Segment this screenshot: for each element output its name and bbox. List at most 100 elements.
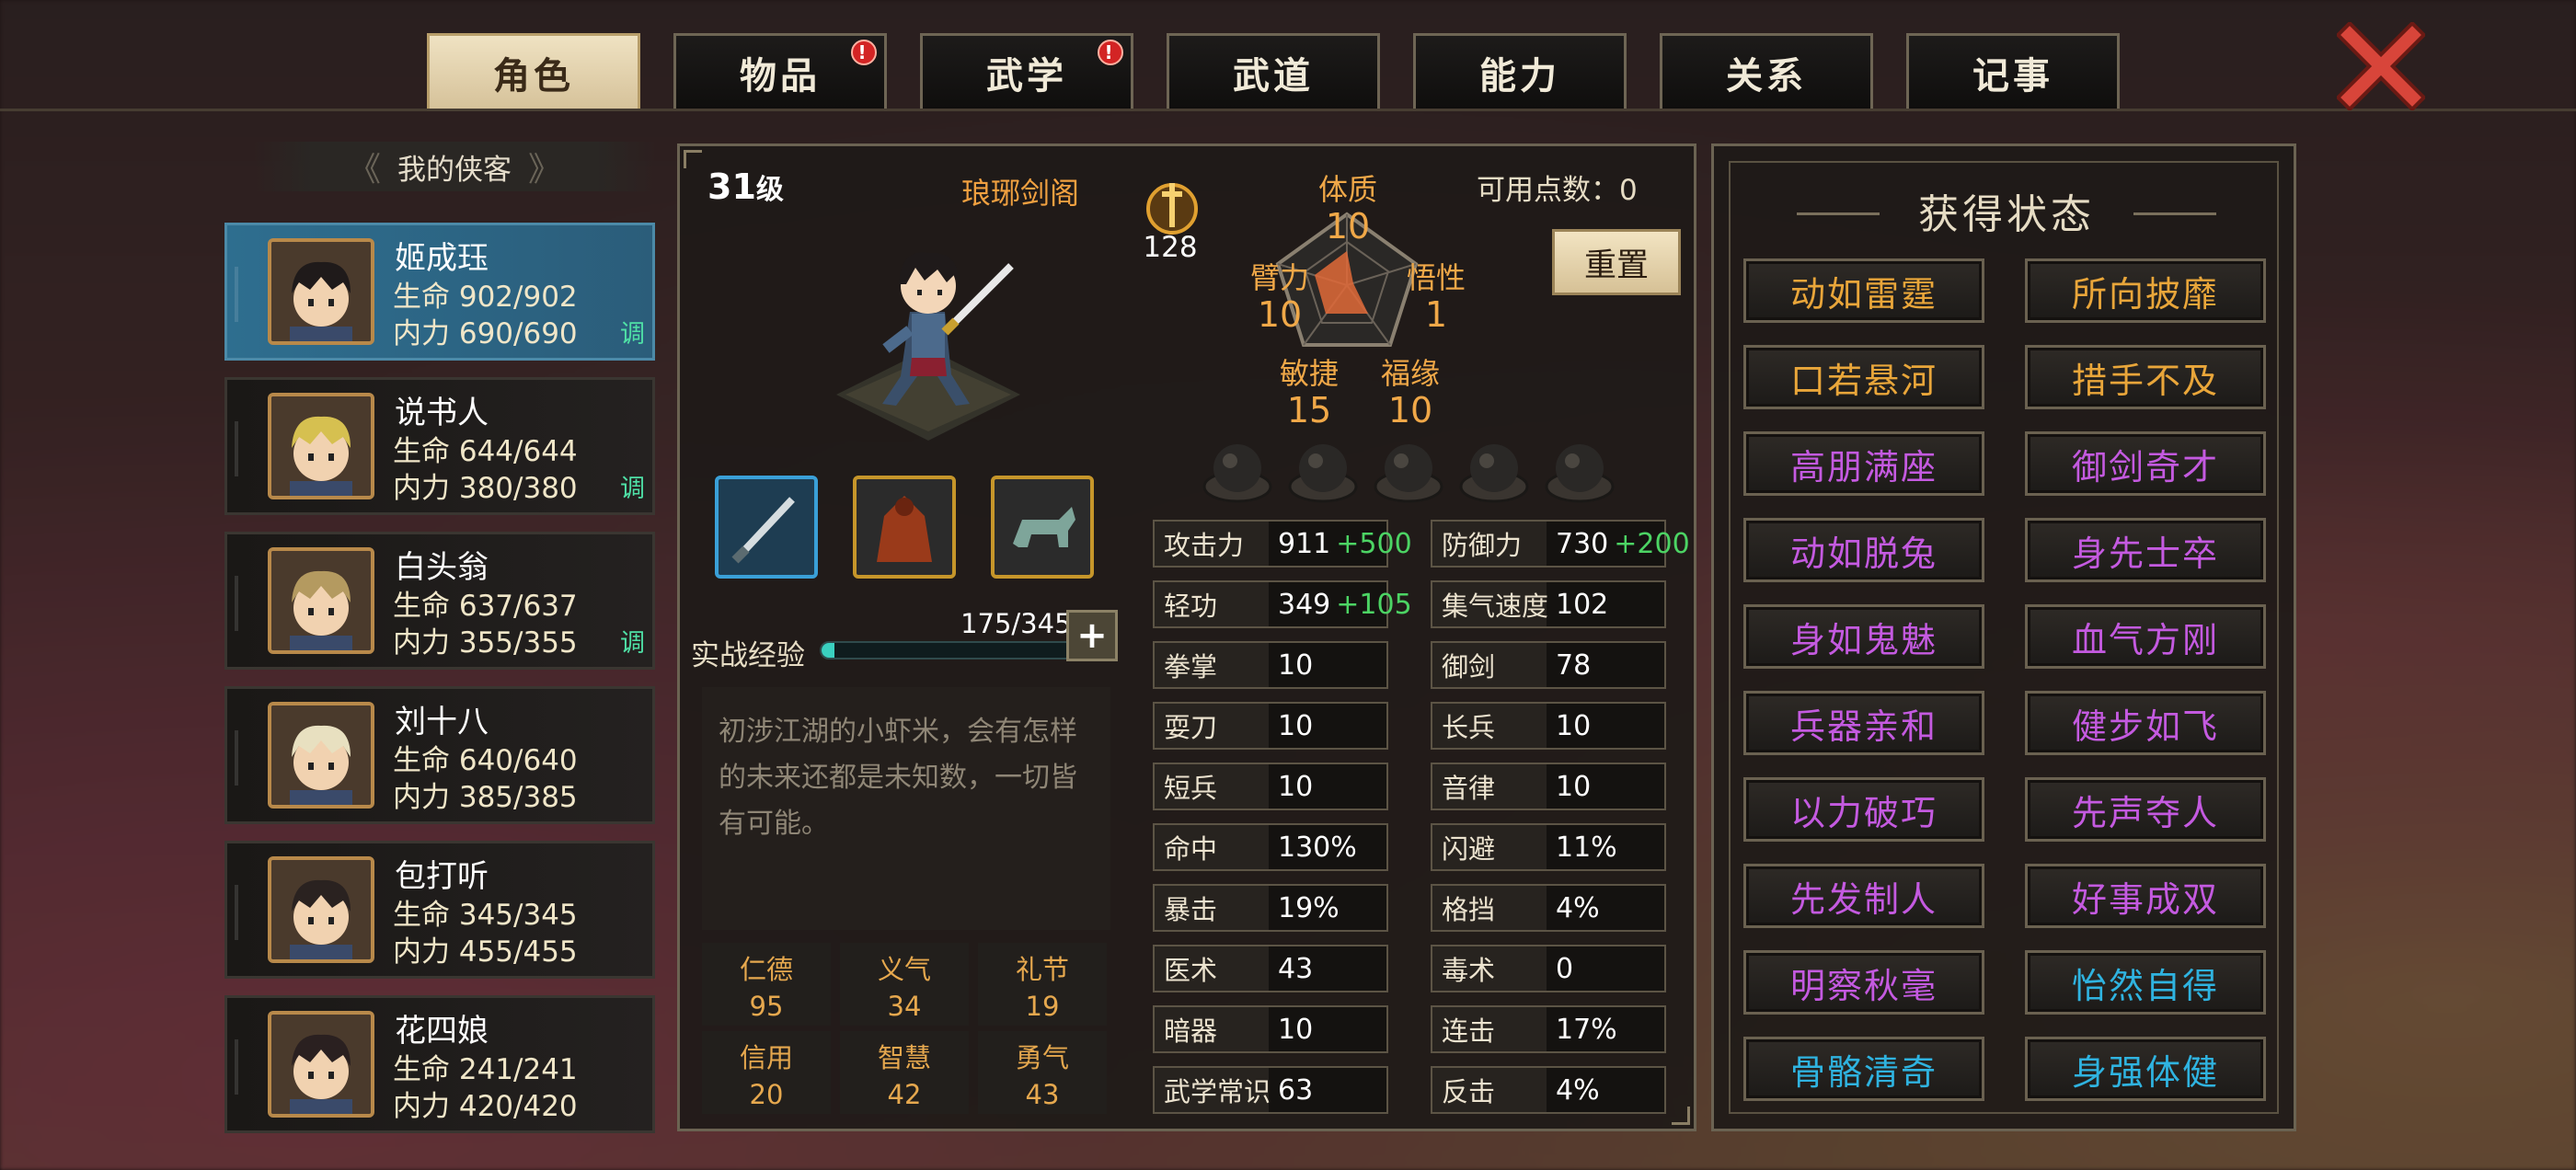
attribute-comprehension: 悟性 1 <box>1399 255 1473 332</box>
attribute-label: 敏捷 <box>1279 356 1339 391</box>
level-unit: 级 <box>755 174 784 206</box>
stat-value: 10 <box>1278 709 1314 742</box>
hero-list-item[interactable]: 包打听 生命 345/345 内力 455/455 <box>224 841 655 979</box>
add-exp-plus-icon[interactable]: + <box>1066 610 1118 661</box>
status-effect-item[interactable]: 骨骼清奇 <box>1743 1037 1984 1101</box>
my-heroes-header: 《 我的侠客 》 <box>252 142 657 191</box>
hero-portrait <box>268 547 374 654</box>
virtue-label: 信用 <box>739 1042 793 1073</box>
status-effect-item[interactable]: 以力破巧 <box>1743 777 1984 842</box>
status-effect-item[interactable]: 口若悬河 <box>1743 345 1984 409</box>
attribute-value: 10 <box>1325 206 1371 247</box>
notification-badge-icon: ! <box>851 40 877 65</box>
mp-label: 内力 <box>393 317 450 350</box>
combat-power-value: 128 <box>1143 231 1198 264</box>
status-effect-item[interactable]: 身强体健 <box>2025 1037 2266 1101</box>
stat-label: 轻功 <box>1155 582 1269 626</box>
tab-5[interactable]: 能力 <box>1413 33 1627 109</box>
close-icon[interactable] <box>2337 22 2425 110</box>
status-effect-item[interactable]: 动如脱兔 <box>1743 518 1984 582</box>
virtue-value: 43 <box>1025 1079 1060 1110</box>
status-effect-item[interactable]: 所向披靡 <box>2025 258 2266 323</box>
hero-list-item[interactable]: 说书人 生命 644/644 内力 380/380 调 <box>224 377 655 515</box>
hp-value: 902/902 <box>458 281 578 314</box>
sword-icon <box>731 497 795 564</box>
tab-label: 武道 <box>1233 54 1314 98</box>
status-effect-item[interactable]: 御剑奇才 <box>2025 431 2266 496</box>
mp-value: 690/690 <box>458 317 578 350</box>
stat-row: 武学常识 63 <box>1153 1066 1388 1114</box>
mount-slot[interactable] <box>991 476 1094 579</box>
tab-7[interactable]: 记事 <box>1906 33 2120 109</box>
tab-3[interactable]: 武学! <box>920 33 1133 109</box>
stat-value: 17% <box>1556 1013 1617 1046</box>
stat-value-group: 19% <box>1278 886 1340 930</box>
stat-bonus: +500 <box>1336 527 1412 560</box>
character-panel: 31级 琅琊剑阁 128 体质 10 臂力 10 悟性 1 敏捷 15 福缘 1… <box>677 143 1696 1131</box>
virtue-value: 19 <box>1025 991 1060 1022</box>
panel-corner <box>684 150 702 168</box>
skill-slot-orb[interactable] <box>1543 433 1616 507</box>
virtue-label: 智慧 <box>877 1042 931 1073</box>
status-effect-item[interactable]: 先声夺人 <box>2025 777 2266 842</box>
chevron-right-icon[interactable]: 》 <box>528 143 561 190</box>
stat-row: 攻击力 911 +500 <box>1153 520 1412 568</box>
tab-6[interactable]: 关系 <box>1660 33 1873 109</box>
reset-button[interactable]: 重置 <box>1552 229 1681 295</box>
stat-label: 命中 <box>1155 825 1269 869</box>
hero-list-item[interactable]: 白头翁 生命 637/637 内力 355/355 调 <box>224 532 655 670</box>
hero-portrait <box>268 238 374 345</box>
virtue-value: 20 <box>749 1079 784 1110</box>
status-effect-item[interactable]: 怡然自得 <box>2025 950 2266 1015</box>
hero-portrait <box>268 856 374 963</box>
stat-label: 音律 <box>1432 764 1547 809</box>
status-effect-item[interactable]: 明察秋毫 <box>1743 950 1984 1015</box>
hp-value: 241/241 <box>458 1053 578 1086</box>
skill-slot-orb[interactable] <box>1372 433 1445 507</box>
status-effect-item[interactable]: 健步如飞 <box>2025 691 2266 755</box>
stat-value-group: 4% <box>1556 1068 1600 1112</box>
status-effect-item[interactable]: 动如雷霆 <box>1743 258 1984 323</box>
stat-value-group: 4% <box>1556 886 1600 930</box>
hero-list-item[interactable]: 姬成珏 生命 902/902 内力 690/690 调 <box>224 223 655 361</box>
stat-value: 730 <box>1556 527 1609 560</box>
status-effect-item[interactable]: 兵器亲和 <box>1743 691 1984 755</box>
hero-hp: 生命 637/637 <box>393 582 578 624</box>
stat-value: 10 <box>1278 770 1314 803</box>
stat-value-group: 10 <box>1278 704 1313 748</box>
weapon-slot[interactable] <box>715 476 818 579</box>
virtue-cell: 勇气 43 <box>978 1031 1107 1114</box>
stat-value: 0 <box>1556 952 1574 985</box>
status-effect-item[interactable]: 措手不及 <box>2025 345 2266 409</box>
chevron-left-icon[interactable]: 《 <box>348 143 381 190</box>
stat-value: 63 <box>1278 1073 1314 1107</box>
stat-value-group: 10 <box>1278 1007 1313 1051</box>
skill-slot-orb[interactable] <box>1201 433 1274 507</box>
hero-list-item[interactable]: 刘十八 生命 640/640 内力 385/385 <box>224 686 655 824</box>
hero-mp: 内力 455/455 <box>393 928 578 969</box>
hp-label: 生命 <box>393 435 450 468</box>
armor-slot[interactable] <box>853 476 956 579</box>
skill-slot-orb[interactable] <box>1457 433 1531 507</box>
level-number: 31 <box>707 166 756 207</box>
stat-row: 拳掌 10 <box>1153 641 1388 689</box>
tab-4[interactable]: 武道 <box>1167 33 1380 109</box>
status-effect-item[interactable]: 身先士卒 <box>2025 518 2266 582</box>
status-effect-item[interactable]: 先发制人 <box>1743 864 1984 928</box>
status-effect-item[interactable]: 身如鬼魅 <box>1743 604 1984 669</box>
attribute-value: 10 <box>1387 390 1433 430</box>
tab-2[interactable]: 物品! <box>673 33 887 109</box>
tab-1[interactable]: 角色 <box>427 33 640 109</box>
hero-list-item[interactable]: 花四娘 生命 241/241 内力 420/420 <box>224 995 655 1133</box>
status-effect-item[interactable]: 高朋满座 <box>1743 431 1984 496</box>
stat-bonus: +200 <box>1614 527 1690 560</box>
stat-row: 连击 17% <box>1431 1005 1666 1053</box>
skill-slot-orb[interactable] <box>1286 433 1360 507</box>
attribute-value: 1 <box>1424 294 1448 335</box>
virtue-cell: 仁德 95 <box>702 943 831 1026</box>
status-effect-item[interactable]: 血气方刚 <box>2025 604 2266 669</box>
status-effect-item[interactable]: 好事成双 <box>2025 864 2266 928</box>
status-panel: 获得状态 动如雷霆 所向披靡 口若悬河 措手不及 高朋满座 御剑奇才 动如脱兔 身先士卒 身如鬼… <box>1711 143 2296 1131</box>
stat-row: 医术 43 <box>1153 945 1388 992</box>
virtue-label: 义气 <box>877 954 931 985</box>
